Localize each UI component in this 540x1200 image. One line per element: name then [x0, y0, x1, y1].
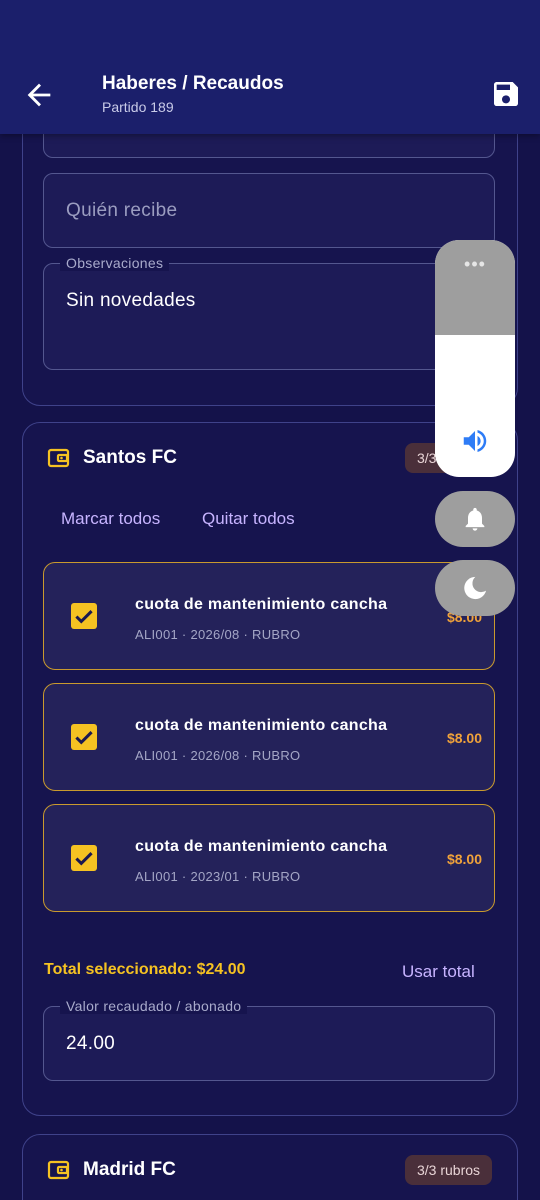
check-icon	[75, 731, 93, 745]
collected-amount-label: Valor recaudado / abonado	[60, 998, 248, 1014]
checkbox-checked[interactable]	[71, 724, 97, 750]
wallet-icon	[47, 1160, 70, 1180]
checkbox-checked[interactable]	[71, 603, 97, 629]
fee-item[interactable]: cuota de mantenimiento cancha ALI001 · 2…	[43, 562, 495, 670]
selected-total: Total seleccionado: $24.00	[44, 961, 246, 978]
do-not-disturb-toggle[interactable]	[435, 560, 515, 616]
checkbox-checked[interactable]	[71, 845, 97, 871]
item-title: cuota de mantenimiento cancha	[135, 717, 388, 734]
fee-item[interactable]: cuota de mantenimiento cancha ALI001 · 2…	[43, 683, 495, 791]
item-amount: $8.00	[446, 851, 482, 867]
volume-slider[interactable]: •••	[435, 240, 515, 477]
collected-amount-value: 24.00	[66, 1033, 116, 1054]
check-icon	[75, 610, 93, 624]
group-badge: 3/3 rubros	[405, 1155, 493, 1185]
bell-icon	[465, 507, 485, 531]
ringer-toggle[interactable]	[435, 491, 515, 547]
select-all-button[interactable]: Marcar todos	[61, 509, 160, 529]
collected-amount-field[interactable]: Valor recaudado / abonado 24.00	[43, 998, 495, 1081]
page-subtitle: Partido 189	[102, 99, 174, 115]
more-icon[interactable]: •••	[435, 254, 515, 275]
item-title: cuota de mantenimiento cancha	[135, 596, 388, 613]
save-icon[interactable]	[490, 78, 522, 110]
moon-icon	[464, 576, 487, 600]
speaker-icon[interactable]	[459, 426, 491, 456]
item-title: cuota de mantenimiento cancha	[135, 838, 388, 855]
observations-field[interactable]: Observaciones Sin novedades	[43, 255, 495, 370]
receiver-placeholder: Quién recibe	[66, 200, 178, 221]
previous-field[interactable]	[43, 134, 495, 158]
clear-all-button[interactable]: Quitar todos	[202, 509, 295, 529]
app-bar: Haberes / Recaudos Partido 189	[0, 0, 540, 134]
receiver-field[interactable]: Quién recibe	[43, 173, 495, 248]
item-detail: ALI001 · 2026/08 · RUBRO	[135, 627, 301, 642]
item-detail: ALI001 · 2026/08 · RUBRO	[135, 748, 301, 763]
item-amount: $8.00	[446, 730, 482, 746]
item-detail: ALI001 · 2023/01 · RUBRO	[135, 869, 301, 884]
fee-item[interactable]: cuota de mantenimiento cancha ALI001 · 2…	[43, 804, 495, 912]
check-icon	[75, 852, 93, 866]
use-total-button[interactable]: Usar total	[402, 962, 475, 982]
group-name: Santos FC	[83, 447, 177, 468]
observations-value: Sin novedades	[66, 290, 196, 311]
page-title: Haberes / Recaudos	[102, 73, 284, 94]
back-arrow-icon[interactable]	[22, 78, 56, 112]
wallet-icon	[47, 448, 70, 468]
group-name: Madrid FC	[83, 1159, 176, 1180]
observations-label: Observaciones	[60, 255, 170, 271]
